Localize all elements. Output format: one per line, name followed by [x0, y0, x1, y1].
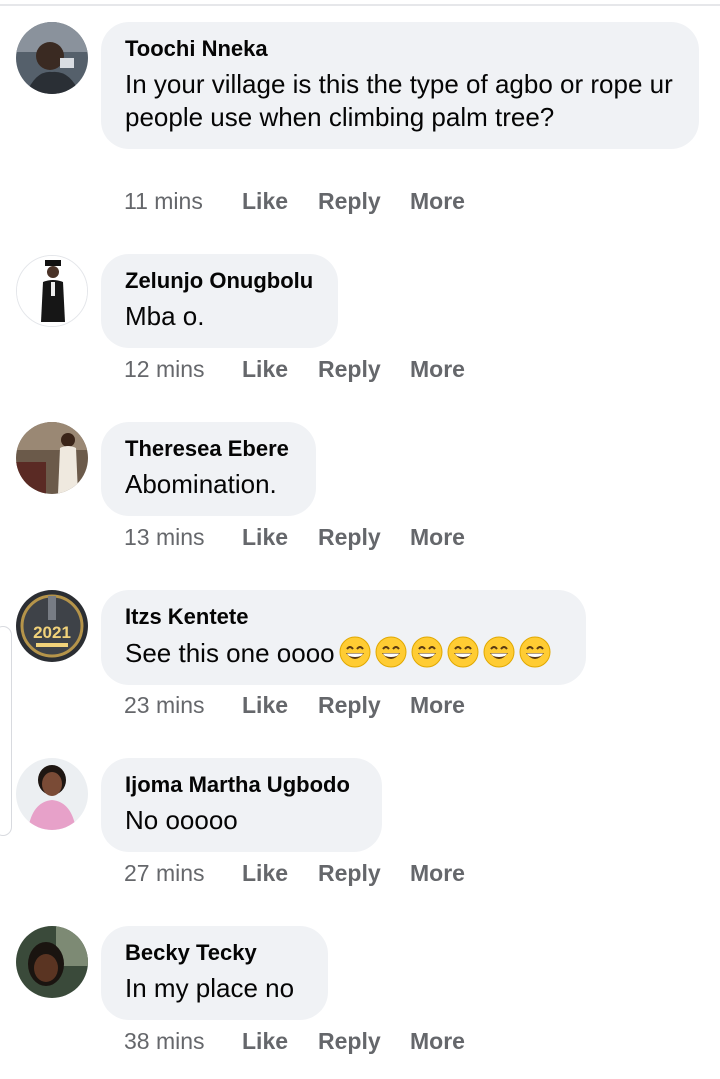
comment-text: See this one oooo	[125, 636, 562, 670]
more-button[interactable]: More	[410, 524, 465, 551]
avatar[interactable]	[16, 22, 88, 94]
reply-button[interactable]: Reply	[318, 524, 381, 551]
avatar-badge-text: 2021	[33, 623, 71, 642]
like-button[interactable]: Like	[242, 1028, 288, 1055]
reply-button[interactable]: Reply	[318, 356, 381, 383]
avatar-2021-badge-icon: 2021	[16, 590, 88, 662]
timestamp[interactable]: 12 mins	[124, 356, 205, 383]
grinning-face-emoji	[339, 636, 371, 668]
timestamp[interactable]: 13 mins	[124, 524, 205, 551]
comment-bubble: Toochi Nneka In your village is this the…	[101, 22, 699, 149]
like-button[interactable]: Like	[242, 356, 288, 383]
avatar[interactable]	[16, 758, 88, 830]
commenter-name[interactable]: Theresea Ebere	[125, 436, 292, 462]
more-button[interactable]: More	[410, 356, 465, 383]
avatar[interactable]	[16, 255, 88, 327]
reply-button[interactable]: Reply	[318, 188, 381, 215]
comment-text: In your village is this the type of agbo…	[125, 69, 673, 132]
comment-text: In my place no	[125, 973, 295, 1003]
more-button[interactable]: More	[410, 1028, 465, 1055]
comment-bubble: Itzs Kentete See this one oooo	[101, 590, 586, 685]
comment-bubble: Ijoma Martha Ugbodo No ooooo	[101, 758, 382, 852]
grinning-face-emoji	[483, 636, 515, 668]
avatar-photo-icon	[16, 758, 88, 830]
like-button[interactable]: Like	[242, 188, 288, 215]
avatar-photo-icon	[17, 256, 87, 326]
comment-text: Mba o.	[125, 301, 205, 331]
commenter-name[interactable]: Becky Tecky	[125, 940, 304, 966]
like-button[interactable]: Like	[242, 524, 288, 551]
avatar-photo-icon	[16, 926, 88, 998]
commenter-name[interactable]: Itzs Kentete	[125, 604, 562, 630]
scroll-edge	[0, 626, 12, 836]
grinning-face-emoji	[411, 636, 443, 668]
timestamp[interactable]: 11 mins	[124, 188, 203, 215]
avatar[interactable]: 2021	[16, 590, 88, 662]
commenter-name[interactable]: Zelunjo Onugbolu	[125, 268, 314, 294]
comment-bubble: Theresea Ebere Abomination.	[101, 422, 316, 516]
avatar[interactable]	[16, 422, 88, 494]
comment-bubble: Zelunjo Onugbolu Mba o.	[101, 254, 338, 348]
timestamp[interactable]: 38 mins	[124, 1028, 205, 1055]
grinning-face-emoji	[375, 636, 407, 668]
comment-text: Abomination.	[125, 469, 277, 499]
grinning-face-emoji	[519, 636, 551, 668]
avatar[interactable]	[16, 926, 88, 998]
commenter-name[interactable]: Ijoma Martha Ugbodo	[125, 772, 358, 798]
more-button[interactable]: More	[410, 692, 465, 719]
avatar-photo-icon	[16, 22, 88, 94]
reply-button[interactable]: Reply	[318, 692, 381, 719]
comment-bubble: Becky Tecky In my place no	[101, 926, 328, 1020]
top-divider	[0, 4, 720, 6]
emoji-row	[335, 636, 551, 668]
comment-text-label: See this one oooo	[125, 638, 335, 668]
commenter-name[interactable]: Toochi Nneka	[125, 36, 675, 62]
reply-button[interactable]: Reply	[318, 860, 381, 887]
avatar-photo-icon	[16, 422, 88, 494]
comment-text: No ooooo	[125, 805, 238, 835]
reply-button[interactable]: Reply	[318, 1028, 381, 1055]
timestamp[interactable]: 27 mins	[124, 860, 205, 887]
grinning-face-emoji	[447, 636, 479, 668]
timestamp[interactable]: 23 mins	[124, 692, 205, 719]
like-button[interactable]: Like	[242, 860, 288, 887]
more-button[interactable]: More	[410, 188, 465, 215]
more-button[interactable]: More	[410, 860, 465, 887]
like-button[interactable]: Like	[242, 692, 288, 719]
